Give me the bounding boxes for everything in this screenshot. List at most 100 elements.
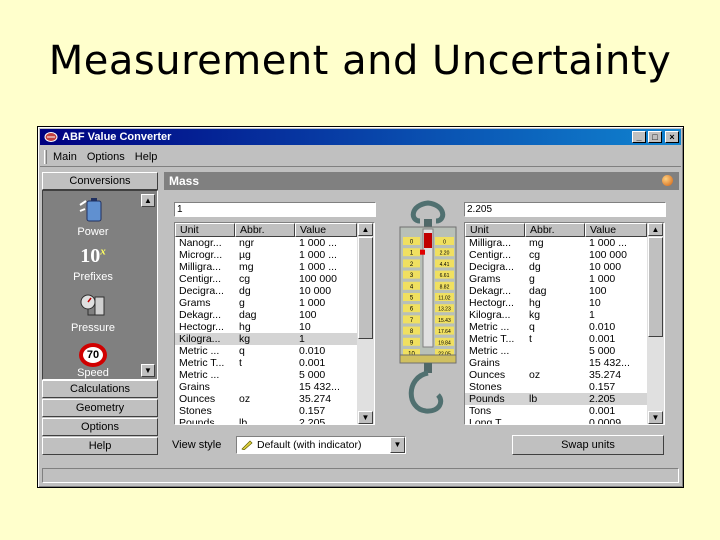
abbr-cell: lb [239,417,248,425]
col-unit[interactable]: Unit [465,223,525,237]
minimize-button[interactable]: _ [632,131,646,143]
table-row[interactable]: Ounces oz 35.274 [175,393,374,405]
value-cell: 0.157 [589,381,616,393]
col-abbr[interactable]: Abbr. [235,223,295,237]
abbr-cell [235,381,295,393]
table-row[interactable]: Centigr... cg 100 000 [175,273,374,285]
calculations-button[interactable]: Calculations [42,380,158,398]
scale-base [399,354,457,364]
left-scroll-thumb[interactable] [358,237,373,339]
right-value-input[interactable]: 2.205 [464,202,666,217]
left-table-header: Unit Abbr. Value [175,223,374,237]
tool-pressure[interactable]: Pressure [43,293,143,334]
table-row[interactable]: Centigr... cg 100 000 [465,249,664,261]
table-row[interactable]: Metric T... t 0.001 [175,357,374,369]
table-row[interactable]: Metric ... 5 000 [175,369,374,381]
chevron-down-icon[interactable]: ▼ [390,437,405,453]
table-row[interactable]: Metric ... q 0.010 [175,345,374,357]
geometry-button[interactable]: Geometry [42,399,158,417]
table-row[interactable]: Stones 0.157 [175,405,374,417]
menu-grip[interactable] [44,149,47,164]
right-scroll-thumb[interactable] [648,237,663,337]
table-row[interactable]: Pounds lb 2.205 [175,417,374,425]
left-unit-table: Unit Abbr. Value Nanogr... ngr 1 000 ... Mi… [174,222,375,425]
left-scroll-up[interactable]: ▲ [358,223,373,236]
table-row[interactable]: Grams g 1 000 [465,273,664,285]
table-row[interactable]: Metric T... t 0.001 [465,333,664,345]
value-cell: 2.205 [589,393,616,405]
table-row[interactable]: Long T... 0.0009... [465,417,664,425]
table-row[interactable]: Metric ... 5 000 [465,345,664,357]
table-row[interactable]: Grains 15 432... [175,381,374,393]
col-abbr[interactable]: Abbr. [525,223,585,237]
unit-cell: Ounces [469,369,506,381]
title-bar[interactable]: ABF Value Converter _ □ × [40,129,681,145]
unit-cell: Centigr... [179,273,222,285]
tool-power[interactable]: Power [43,197,143,238]
right-scrollbar[interactable]: ▲ ▼ [647,223,664,424]
table-row[interactable]: Dekagr... dag 100 [175,309,374,321]
conversion-panel: Mass 1 2.205 Unit Abbr. Value Nanogr... n… [164,172,679,464]
table-row[interactable]: Dekagr... dag 100 [465,285,664,297]
table-row[interactable]: Grains 15 432... [465,357,664,369]
unit-cell: Centigr... [469,249,512,261]
menu-main[interactable]: Main [53,151,77,163]
table-row[interactable]: Kilogra... kg 1 [465,309,664,321]
tool-prefixes[interactable]: 10x Prefixes [43,245,143,283]
unit-cell: Metric ... [179,345,220,357]
menu-help[interactable]: Help [135,151,158,163]
table-row[interactable]: Kilogra... kg 1 [175,333,374,345]
table-row[interactable]: Decigra... dg 10 000 [465,261,664,273]
options-button[interactable]: Options [42,418,158,436]
table-row[interactable]: Decigra... dg 10 000 [175,285,374,297]
table-row[interactable]: Hectogr... hg 10 [175,321,374,333]
table-row[interactable]: Milligra... mg 1 000 ... [465,237,664,249]
unit-cell: Grains [179,381,210,393]
value-cell: 5 000 [299,369,326,381]
col-value[interactable]: Value [585,223,647,237]
value-cell: 35.274 [299,393,332,405]
unit-cell: Dekagr... [179,309,222,321]
converter-window: ABF Value Converter _ □ × Main Options H… [37,126,684,488]
table-row[interactable]: Hectogr... hg 10 [465,297,664,309]
left-value-input[interactable]: 1 [174,202,376,217]
table-row[interactable]: Ounces oz 35.274 [465,369,664,381]
col-value[interactable]: Value [295,223,357,237]
right-scroll-down[interactable]: ▼ [648,411,663,424]
menu-options[interactable]: Options [87,151,125,163]
abbr-cell: g [239,297,245,309]
view-style-select[interactable]: Default (with indicator) ▼ [236,436,406,454]
close-button[interactable]: × [665,131,679,143]
unit-cell: Kilogra... [469,309,511,321]
conversions-button[interactable]: Conversions [42,172,158,190]
abbr-cell: kg [529,309,541,321]
table-row[interactable]: Tons 0.001 [465,405,664,417]
table-row[interactable]: Pounds lb 2.205 [465,393,664,405]
abbr-cell: dg [239,285,251,297]
table-row[interactable]: Milligra... mg 1 000 ... [175,261,374,273]
tool-scroll-up[interactable]: ▲ [141,194,155,207]
abbr-cell [525,405,585,417]
scale-right-tick-label: 0 [443,240,446,246]
value-cell: 0.0009... [589,417,630,425]
table-row[interactable]: Grams g 1 000 [175,297,374,309]
value-cell: 5 000 [589,345,616,357]
unit-cell: Dekagr... [469,285,512,297]
help-button[interactable]: Help [42,437,158,455]
maximize-button[interactable]: □ [648,131,662,143]
table-row[interactable]: Microgr... µg 1 000 ... [175,249,374,261]
table-row[interactable]: Nanogr... ngr 1 000 ... [175,237,374,249]
tool-scroll-down[interactable]: ▼ [141,364,155,377]
right-scroll-up[interactable]: ▲ [648,223,663,236]
col-unit[interactable]: Unit [175,223,235,237]
scale-hook-bottom-icon [408,363,444,414]
tool-speed[interactable]: 70 Speed [43,343,143,379]
table-row[interactable]: Metric ... q 0.010 [465,321,664,333]
value-cell: 0.001 [299,357,326,369]
left-scroll-down[interactable]: ▼ [358,411,373,424]
abbr-cell: kg [239,333,251,345]
table-row[interactable]: Stones 0.157 [465,381,664,393]
swap-units-button[interactable]: Swap units [512,435,664,455]
left-scrollbar[interactable]: ▲ ▼ [357,223,374,424]
right-table-header: Unit Abbr. Value [465,223,664,237]
